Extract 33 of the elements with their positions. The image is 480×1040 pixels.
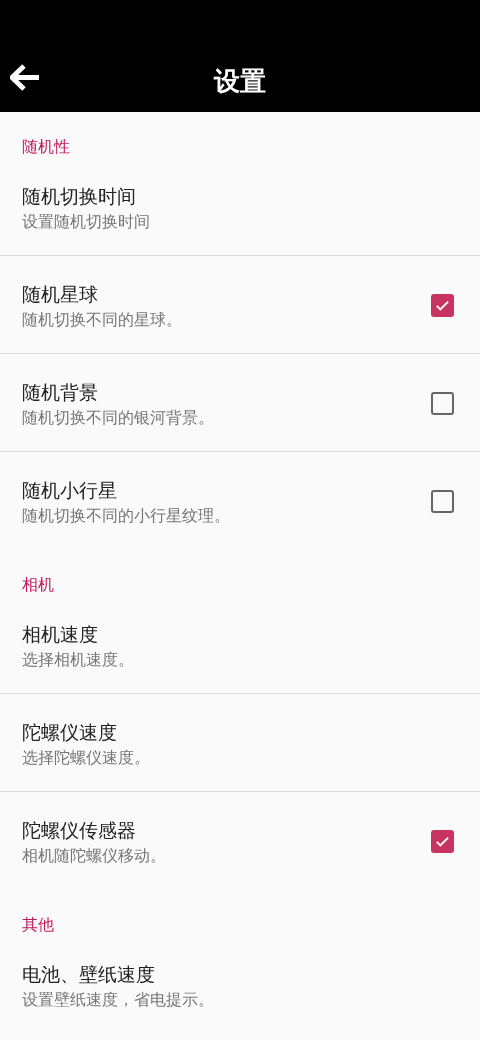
- item-title: 陀螺仪传感器: [22, 818, 137, 842]
- item-summary: 随机切换不同的星球。: [22, 309, 182, 331]
- settings-item[interactable]: 相机速度 选择相机速度。: [0, 596, 480, 694]
- section-header: 随机性: [22, 136, 71, 158]
- checkbox[interactable]: [431, 490, 454, 513]
- settings-item[interactable]: 随机背景 随机切换不同的银河背景。: [0, 354, 480, 452]
- settings-item[interactable]: 随机小行星 随机切换不同的小行星纹理。: [0, 452, 480, 550]
- item-summary: 随机切换不同的小行星纹理。: [22, 505, 230, 527]
- item-summary: 相机随陀螺仪移动。: [22, 845, 166, 867]
- item-title: 随机小行星: [22, 478, 118, 502]
- item-title: 随机背景: [22, 380, 99, 404]
- section-header: 其他: [22, 914, 55, 936]
- item-summary: 随机切换不同的银河背景。: [22, 407, 214, 429]
- item-summary: 设置随机切换时间: [22, 211, 150, 233]
- settings-item[interactable]: 电池、壁纸速度 设置壁纸速度，省电提示。: [0, 936, 480, 1034]
- settings-item[interactable]: 随机星球 随机切换不同的星球。: [0, 256, 480, 354]
- item-summary: 选择陀螺仪速度。: [22, 747, 150, 769]
- item-title: 随机星球: [22, 282, 99, 306]
- window-title: 设置: [214, 65, 266, 98]
- settings-item[interactable]: 随机切换时间 设置随机切换时间: [0, 158, 480, 256]
- item-title: 随机切换时间: [22, 184, 137, 208]
- item-summary: 设置壁纸速度，省电提示。: [22, 989, 214, 1011]
- settings-item[interactable]: 陀螺仪传感器 相机随陀螺仪移动。: [0, 792, 480, 890]
- back-arrow-icon[interactable]: [10, 64, 41, 91]
- item-title: 电池、壁纸速度: [22, 962, 156, 986]
- section-header: 相机: [22, 574, 55, 596]
- item-title: 陀螺仪速度: [22, 720, 118, 744]
- item-title: 相机速度: [22, 622, 99, 646]
- checkbox[interactable]: [431, 830, 454, 853]
- checkbox[interactable]: [431, 294, 454, 317]
- settings-item[interactable]: 陀螺仪速度 选择陀螺仪速度。: [0, 694, 480, 792]
- checkbox[interactable]: [431, 392, 454, 415]
- item-summary: 选择相机速度。: [22, 649, 134, 671]
